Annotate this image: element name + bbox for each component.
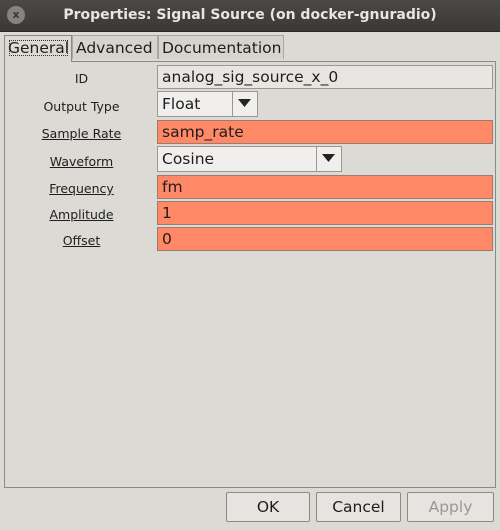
param-row-frequency: Frequency fm <box>5 175 495 201</box>
window-title: Properties: Signal Source (on docker-gnu… <box>63 7 437 23</box>
param-row-offset: Offset 0 <box>5 227 495 253</box>
waveform-dropdown-button[interactable] <box>316 147 341 171</box>
waveform-select[interactable]: Cosine <box>157 146 342 172</box>
output-type-dropdown-button[interactable] <box>232 92 257 116</box>
chevron-down-icon <box>322 154 335 162</box>
title-bar: x Properties: Signal Source (on docker-g… <box>0 0 500 32</box>
sample-rate-field[interactable]: samp_rate <box>157 120 493 144</box>
properties-panel: ID analog_sig_source_x_0 Output Type Flo… <box>4 61 496 488</box>
offset-field[interactable]: 0 <box>157 227 493 251</box>
param-row-amplitude: Amplitude 1 <box>5 201 495 227</box>
param-row-output-type: Output Type Float <box>5 91 495 117</box>
tab-general-label: General <box>8 39 70 57</box>
waveform-value: Cosine <box>162 150 215 168</box>
id-label: ID <box>74 71 89 86</box>
waveform-label: Waveform <box>49 154 114 169</box>
tab-advanced[interactable]: Advanced <box>72 35 158 59</box>
amplitude-label: Amplitude <box>49 207 114 222</box>
param-row-id: ID analog_sig_source_x_0 <box>5 65 495 91</box>
offset-label: Offset <box>62 233 101 248</box>
param-row-waveform: Waveform Cosine <box>5 146 495 172</box>
apply-button[interactable]: Apply <box>407 492 494 522</box>
ok-button[interactable]: OK <box>226 492 310 522</box>
cancel-button[interactable]: Cancel <box>316 492 401 522</box>
id-field[interactable]: analog_sig_source_x_0 <box>157 65 493 89</box>
output-type-select[interactable]: Float <box>157 91 258 117</box>
frequency-field[interactable]: fm <box>157 175 493 199</box>
output-type-label: Output Type <box>43 99 120 114</box>
tab-documentation-label: Documentation <box>162 39 282 57</box>
output-type-value: Float <box>162 95 201 113</box>
tab-advanced-label: Advanced <box>76 39 153 57</box>
tab-documentation[interactable]: Documentation <box>158 35 284 59</box>
amplitude-field[interactable]: 1 <box>157 201 493 225</box>
tab-general[interactable]: General <box>4 35 72 62</box>
sample-rate-label: Sample Rate <box>41 126 122 141</box>
frequency-label: Frequency <box>49 181 114 196</box>
param-row-sample-rate: Sample Rate samp_rate <box>5 120 495 146</box>
chevron-down-icon <box>238 99 251 107</box>
